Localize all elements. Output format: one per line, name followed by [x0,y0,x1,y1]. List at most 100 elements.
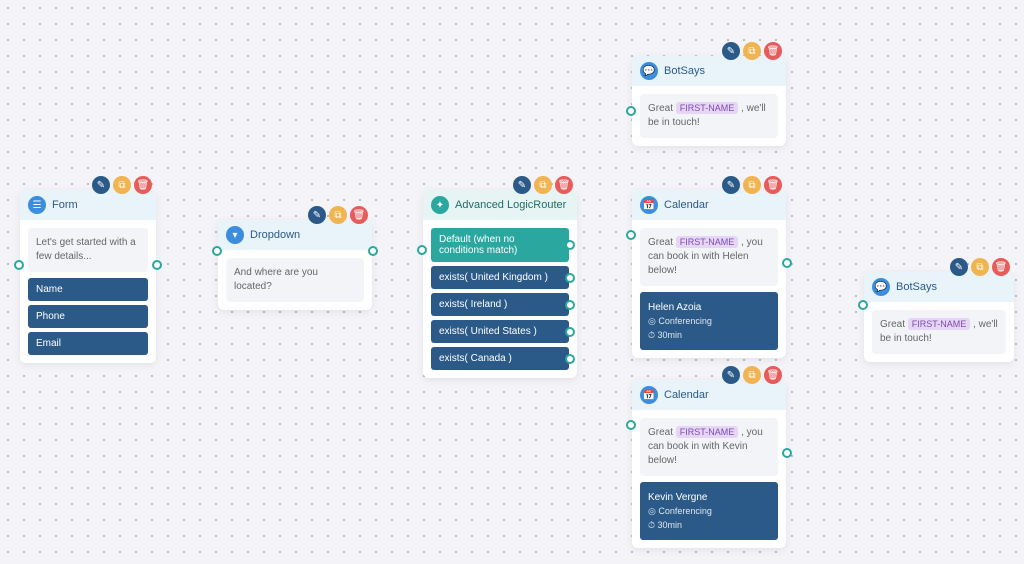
input-port[interactable] [858,300,868,310]
node-actions: ✎ ⧉ 🗑 [92,176,152,194]
input-port[interactable] [417,245,427,255]
form-field[interactable]: Phone [28,305,148,328]
node-title: BotSays [664,65,705,77]
copy-icon[interactable]: ⧉ [534,176,552,194]
edit-icon[interactable]: ✎ [722,366,740,384]
location-icon: ◎ [648,316,656,326]
edit-icon[interactable]: ✎ [308,206,326,224]
edit-icon[interactable]: ✎ [722,176,740,194]
branch-port[interactable] [565,273,575,283]
node-title: Calendar [664,389,709,401]
branch-port[interactable] [565,300,575,310]
node-header: ✦ Advanced LogicRouter [423,190,577,220]
router-condition[interactable]: exists( United Kingdom ) [431,266,569,289]
copy-icon[interactable]: ⧉ [971,258,989,276]
chat-icon: 💬 [872,278,890,296]
node-header: 📅 Calendar [632,190,786,220]
delete-icon[interactable]: 🗑 [134,176,152,194]
node-title: BotSays [896,281,937,293]
bot-message: Great FIRST-NAME , we'll be in touch! [872,310,1006,354]
botsays-node[interactable]: ✎ ⧉ 🗑 💬 BotSays Great FIRST-NAME , we'll… [632,56,786,146]
output-port[interactable] [152,260,162,270]
delete-icon[interactable]: 🗑 [764,176,782,194]
edit-icon[interactable]: ✎ [950,258,968,276]
copy-icon[interactable]: ⧉ [329,206,347,224]
dropdown-icon: ▾ [226,226,244,244]
node-actions: ✎ ⧉ 🗑 [722,42,782,60]
node-actions: ✎ ⧉ 🗑 [722,176,782,194]
router-condition[interactable]: exists( United States ) [431,320,569,343]
copy-icon[interactable]: ⧉ [743,42,761,60]
calendar-message: Great FIRST-NAME , you can book in with … [640,228,778,286]
edit-icon[interactable]: ✎ [513,176,531,194]
condition-label: exists( United States ) [439,326,537,337]
delete-icon[interactable]: 🗑 [555,176,573,194]
router-condition[interactable]: exists( Ireland ) [431,293,569,316]
location-text: Conferencing [658,316,712,326]
calendar-icon: 📅 [640,196,658,214]
node-actions: ✎ ⧉ 🗑 [308,206,368,224]
router-default[interactable]: Default (when no conditions match) [431,228,569,262]
node-header: 📅 Calendar [632,380,786,410]
msg-text: Great [648,237,676,248]
condition-label: exists( Ireland ) [439,299,507,310]
delete-icon[interactable]: 🗑 [350,206,368,224]
form-prompt: Let's get started with a few details... [28,228,148,272]
botsays-node[interactable]: ✎ ⧉ 🗑 💬 BotSays Great FIRST-NAME , we'll… [864,272,1014,362]
node-header: 💬 BotSays [864,272,1014,302]
msg-text: Great [880,319,908,330]
msg-text: Great [648,103,676,114]
input-port[interactable] [626,420,636,430]
output-port[interactable] [368,246,378,256]
branch-port[interactable] [565,354,575,364]
copy-icon[interactable]: ⧉ [743,366,761,384]
output-port[interactable] [782,448,792,458]
input-port[interactable] [14,260,24,270]
router-node[interactable]: ✎ ⧉ 🗑 ✦ Advanced LogicRouter Default (wh… [423,190,577,378]
calendar-card[interactable]: Helen Azoia ◎ Conferencing ⏱ 30min [640,292,778,350]
duration-text: 30min [658,520,683,530]
calendar-node[interactable]: ✎ ⧉ 🗑 📅 Calendar Great FIRST-NAME , you … [632,380,786,548]
node-actions: ✎ ⧉ 🗑 [950,258,1010,276]
clock-icon: ⏱ [648,520,655,530]
router-default-label: Default (when no conditions match) [439,234,517,256]
output-port[interactable] [782,258,792,268]
node-header: ▾ Dropdown [218,220,372,250]
msg-text: Great [648,427,676,438]
node-actions: ✎ ⧉ 🗑 [513,176,573,194]
variable-tag: FIRST-NAME [676,236,739,248]
edit-icon[interactable]: ✎ [92,176,110,194]
node-actions: ✎ ⧉ 🗑 [722,366,782,384]
condition-label: exists( Canada ) [439,353,512,364]
dropdown-prompt: And where are you located? [226,258,364,302]
node-title: Dropdown [250,229,300,241]
calendar-card[interactable]: Kevin Vergne ◎ Conferencing ⏱ 30min [640,482,778,540]
node-title: Advanced LogicRouter [455,199,566,211]
person-name: Kevin Vergne [648,490,770,505]
calendar-message: Great FIRST-NAME , you can book in with … [640,418,778,476]
bot-message: Great FIRST-NAME , we'll be in touch! [640,94,778,138]
edit-icon[interactable]: ✎ [722,42,740,60]
router-condition[interactable]: exists( Canada ) [431,347,569,370]
input-port[interactable] [212,246,222,256]
node-title: Calendar [664,199,709,211]
copy-icon[interactable]: ⧉ [113,176,131,194]
form-field[interactable]: Email [28,332,148,355]
form-node[interactable]: ✎ ⧉ 🗑 ☰ Form Let's get started with a fe… [20,190,156,363]
delete-icon[interactable]: 🗑 [764,42,782,60]
branch-port[interactable] [565,327,575,337]
input-port[interactable] [626,230,636,240]
branch-port[interactable] [565,240,575,250]
location-text: Conferencing [658,506,712,516]
copy-icon[interactable]: ⧉ [743,176,761,194]
duration-text: 30min [658,330,683,340]
calendar-node[interactable]: ✎ ⧉ 🗑 📅 Calendar Great FIRST-NAME , you … [632,190,786,358]
form-field[interactable]: Name [28,278,148,301]
variable-tag: FIRST-NAME [908,318,971,330]
location-icon: ◎ [648,506,656,516]
delete-icon[interactable]: 🗑 [764,366,782,384]
dropdown-node[interactable]: ✎ ⧉ 🗑 ▾ Dropdown And where are you locat… [218,220,372,310]
input-port[interactable] [626,106,636,116]
delete-icon[interactable]: 🗑 [992,258,1010,276]
person-name: Helen Azoia [648,300,770,315]
